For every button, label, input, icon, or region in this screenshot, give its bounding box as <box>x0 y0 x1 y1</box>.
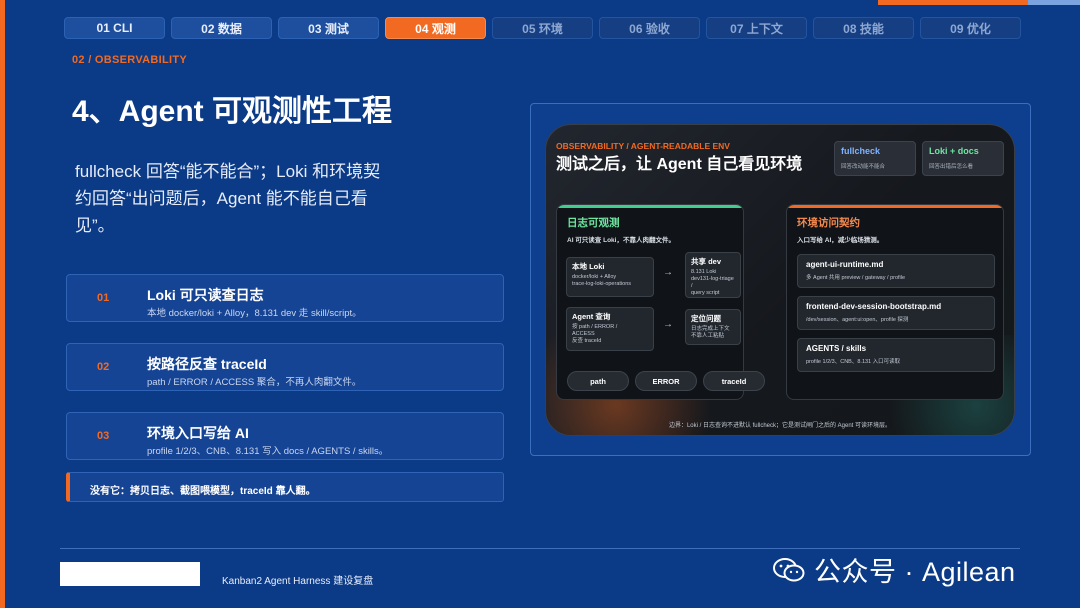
env-panel: 环境访问契约 入口写给 AI，减少临场猜测。 agent-ui-runtime.… <box>786 204 1004 400</box>
page-subtitle: fullcheck 回答“能不能合”；Loki 和环境契约回答“出问题后，Age… <box>75 162 381 235</box>
card-title: 按路径反查 traceId <box>147 356 267 372</box>
pill-title: Loki + docs <box>929 146 979 156</box>
tab-06-accept[interactable]: 06 验收 <box>599 17 700 39</box>
doc-frontend-dev-session: frontend-dev-session-bootstrap.md /dev/s… <box>797 296 995 330</box>
box-line: ACCESS <box>572 331 595 337</box>
box-line: query script <box>691 290 720 296</box>
env-heading: 环境访问契约 <box>797 217 860 229</box>
box-line: trace-log-loki-operations <box>572 281 631 287</box>
top-accent-blue <box>1028 0 1080 5</box>
tab-08-skills[interactable]: 08 技能 <box>813 17 914 39</box>
doc-subtitle: profile 1/2/3、CNB、8.131 入口可读取 <box>806 359 901 365</box>
tab-01-cli[interactable]: 01 CLI <box>64 17 165 39</box>
box-line: 不靠人工粘贴 <box>691 333 725 339</box>
page-title: 4、Agent 可观测性工程 <box>72 95 393 128</box>
box-line: dev131-log-triage / <box>691 276 734 289</box>
tab-07-context[interactable]: 07 上下文 <box>706 17 807 39</box>
watermark: 公众号 · Agilean <box>772 550 1016 589</box>
logs-accent-bar <box>557 205 743 208</box>
footer-logo-placeholder <box>60 562 200 586</box>
box-line: 日志完成上下文 <box>691 326 730 332</box>
pill-loki-docs: Loki + docs 回答出错后怎么看 <box>922 141 1004 176</box>
box-title: Agent 查询 <box>572 312 611 321</box>
chapter-tabs: 01 CLI 02 数据 03 测试 04 观测 05 环境 06 验收 07 … <box>64 17 1021 39</box>
box-local-loki: 本地 Loki docker/loki + Alloy trace-log-lo… <box>566 257 654 297</box>
tab-09-optimize[interactable]: 09 优化 <box>920 17 1021 39</box>
panel-title: 测试之后，让 Agent 自己看见环境 <box>556 156 803 173</box>
env-accent-bar <box>787 205 1003 208</box>
card-title: 环境入口写给 AI <box>147 425 249 441</box>
tab-05-env[interactable]: 05 环境 <box>492 17 593 39</box>
feature-card-env: 03 环境入口写给 AI profile 1/2/3、CNB、8.131 写入 … <box>66 412 504 460</box>
tab-02-data[interactable]: 02 数据 <box>171 17 272 39</box>
without-it-note: 没有它：拷贝日志、截图喂模型，traceId 靠人翻。 <box>66 472 504 502</box>
box-subtitle: 日志完成上下文 不靠人工粘贴 <box>691 326 735 340</box>
logs-subheading: AI 可只读查 Loki，不靠人肉翻文件。 <box>567 237 675 244</box>
doc-title: AGENTS / skills <box>806 344 867 353</box>
box-agent-query: Agent 查询 按 path / ERROR / ACCESS 反查 trac… <box>566 307 654 351</box>
diagram-panel: OBSERVABILITY / AGENT-READABLE ENV 测试之后，… <box>545 124 1015 436</box>
panel-footnote: 边界：Loki / 日志查询不进默认 fullcheck；它是测试闸门之后的 A… <box>668 423 892 429</box>
pill-subtitle: 回答出错后怎么看 <box>929 164 974 170</box>
doc-agents-skills: AGENTS / skills profile 1/2/3、CNB、8.131 … <box>797 338 995 372</box>
doc-title: frontend-dev-session-bootstrap.md <box>806 302 942 311</box>
doc-subtitle: /dev/session、agent:ui:open、profile 探测 <box>806 317 909 323</box>
card-number: 03 <box>97 430 110 442</box>
footer-divider <box>60 548 1020 549</box>
card-subtitle: 本地 docker/loki + Alloy，8.131 dev 走 skill… <box>147 308 362 319</box>
box-title: 定位问题 <box>691 314 721 323</box>
doc-subtitle: 多 Agent 共用 preview / gateway / profile <box>806 275 906 281</box>
box-line: 8.131 Loki <box>691 269 717 275</box>
box-title: 共享 dev <box>691 257 722 266</box>
footer-text: Kanban2 Agent Harness 建设复盘 <box>222 576 374 587</box>
box-title: 本地 Loki <box>572 262 605 271</box>
tag-error: ERROR <box>635 371 697 391</box>
pill-title: fullcheck <box>841 146 881 156</box>
doc-agent-ui-runtime: agent-ui-runtime.md 多 Agent 共用 preview /… <box>797 254 995 288</box>
logs-heading: 日志可观测 <box>567 217 620 229</box>
box-subtitle: 按 path / ERROR / ACCESS 反查 traceId <box>572 324 648 345</box>
wechat-icon <box>773 557 805 581</box>
pill-fullcheck: fullcheck 回答改动能不能合 <box>834 141 916 176</box>
section-label: 02 / OBSERVABILITY <box>72 54 188 66</box>
card-subtitle: profile 1/2/3、CNB、8.131 写入 docs / AGENTS… <box>147 446 389 457</box>
panel-label: OBSERVABILITY / AGENT-READABLE ENV <box>556 141 730 151</box>
feature-card-traceid: 02 按路径反查 traceId path / ERROR / ACCESS 聚… <box>66 343 504 391</box>
box-line: 反查 traceId <box>572 338 602 344</box>
top-accent-orange <box>878 0 1028 5</box>
arrow-icon: → <box>663 319 673 330</box>
box-line: 按 path / ERROR / <box>572 324 618 330</box>
box-subtitle: docker/loki + Alloy trace-log-loki-opera… <box>572 274 648 288</box>
arrow-icon: → <box>663 267 673 278</box>
card-number: 02 <box>97 361 110 373</box>
tag-traceid: traceId <box>703 371 765 391</box>
card-subtitle: path / ERROR / ACCESS 聚合，不再人肉翻文件。 <box>147 377 362 388</box>
pill-subtitle: 回答改动能不能合 <box>841 164 886 170</box>
box-shared-dev: 共享 dev 8.131 Loki dev131-log-triage / qu… <box>685 252 741 298</box>
env-subheading: 入口写给 AI，减少临场猜测。 <box>797 237 884 244</box>
tag-path: path <box>567 371 629 391</box>
feature-card-loki: 01 Loki 可只读查日志 本地 docker/loki + Alloy，8.… <box>66 274 504 322</box>
card-number: 01 <box>97 292 110 304</box>
doc-title: agent-ui-runtime.md <box>806 260 884 269</box>
watermark-text: 公众号 · Agilean <box>814 557 1016 587</box>
box-locate-issue: 定位问题 日志完成上下文 不靠人工粘贴 <box>685 309 741 345</box>
card-title: Loki 可只读查日志 <box>147 287 264 303</box>
box-line: docker/loki + Alloy <box>572 274 617 280</box>
box-subtitle: 8.131 Loki dev131-log-triage / query scr… <box>691 269 735 297</box>
left-accent-bar <box>0 0 5 608</box>
tab-03-test[interactable]: 03 测试 <box>278 17 379 39</box>
tab-04-observe[interactable]: 04 观测 <box>385 17 486 39</box>
